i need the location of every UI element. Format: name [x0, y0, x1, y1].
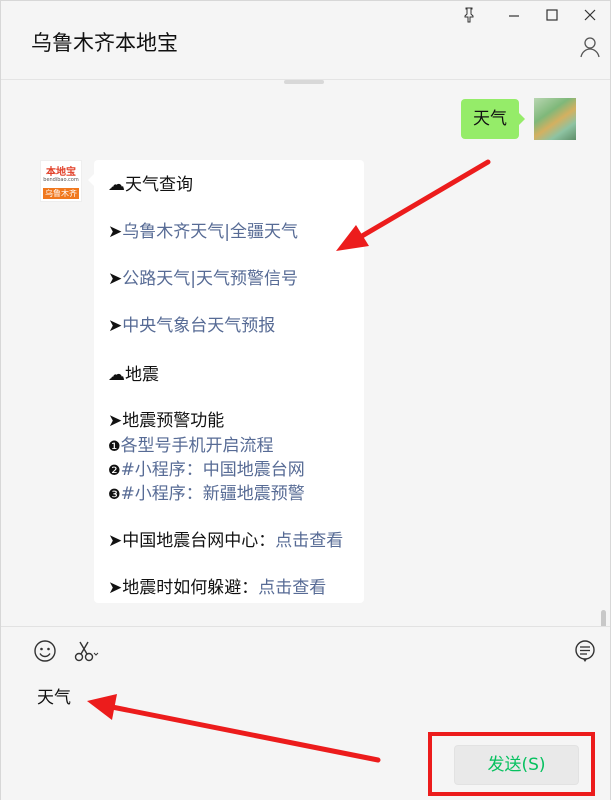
arrow-icon: ➤	[108, 316, 123, 336]
cloud-icon: ☁	[108, 175, 125, 195]
sent-message-bubble[interactable]: 天气	[461, 99, 525, 139]
number-three-icon: ❸	[108, 487, 121, 503]
earthquake-link-cenc[interactable]: ❷#小程序：中国地震台网	[108, 455, 305, 480]
chat-window: 乌鲁木齐本地宝 天气 本地宝 bendibao.com 乌鲁木齐 ☁天气查询 ➤…	[0, 0, 611, 800]
avatar-logo-text: 本地宝	[46, 167, 76, 178]
user-avatar[interactable]	[534, 98, 576, 140]
weather-link-central[interactable]: ➤中央气象台天气预报	[108, 311, 275, 336]
number-two-icon: ❷	[108, 463, 121, 479]
earthquake-escape-line: ➤地震时如何躲避：点击查看	[108, 578, 327, 598]
section-weather-heading: ☁天气查询	[108, 175, 193, 195]
arrow-icon: ➤	[108, 269, 123, 289]
emoji-icon[interactable]	[33, 639, 57, 663]
view-link[interactable]: 点击查看	[275, 531, 343, 551]
annotation-highlight-box	[428, 732, 595, 796]
title-bar: 乌鲁木齐本地宝	[1, 1, 610, 80]
scrollbar[interactable]	[601, 610, 606, 626]
cloud-icon: ☁	[108, 365, 125, 385]
arrow-icon: ➤	[108, 531, 123, 551]
pin-icon[interactable]	[458, 7, 480, 29]
bot-avatar[interactable]: 本地宝 bendibao.com 乌鲁木齐	[40, 160, 82, 202]
view-link[interactable]: 点击查看	[258, 578, 326, 598]
close-icon[interactable]	[579, 7, 601, 29]
scissors-icon[interactable]	[73, 639, 99, 663]
message-input[interactable]: 天气	[37, 683, 71, 708]
chat-history-icon[interactable]	[573, 639, 597, 663]
chat-title: 乌鲁木齐本地宝	[31, 31, 178, 55]
maximize-icon[interactable]	[541, 7, 563, 29]
arrow-icon: ➤	[108, 411, 123, 431]
weather-link-urumqi[interactable]: ➤乌鲁木齐天气|全疆天气	[108, 217, 298, 242]
bot-reply-bubble: ☁天气查询 ➤乌鲁木齐天气|全疆天气 ➤公路天气|天气预警信号 ➤中央气象台天气…	[88, 160, 364, 603]
arrow-icon: ➤	[108, 222, 123, 242]
weather-link-road[interactable]: ➤公路天气|天气预警信号	[108, 264, 298, 289]
earthquake-warning-heading: ➤地震预警功能	[108, 411, 225, 431]
earthquake-link-xinjiang[interactable]: ❸#小程序：新疆地震预警	[108, 479, 305, 504]
minimize-icon[interactable]	[503, 7, 525, 29]
arrow-icon: ➤	[108, 578, 123, 598]
load-more-marker	[284, 80, 324, 84]
section-earthquake-heading: ☁地震	[108, 365, 159, 385]
number-one-icon: ❶	[108, 439, 121, 455]
message-list[interactable]: 天气 本地宝 bendibao.com 乌鲁木齐 ☁天气查询 ➤乌鲁木齐天气|全…	[1, 80, 610, 626]
avatar-logo-url: bendibao.com	[43, 177, 79, 183]
earthquake-center-line: ➤中国地震台网中心：点击查看	[108, 531, 344, 551]
contact-info-icon[interactable]	[578, 35, 602, 59]
earthquake-link-phones[interactable]: ❶各型号手机开启流程	[108, 431, 274, 456]
avatar-logo-city: 乌鲁木齐	[43, 188, 79, 199]
